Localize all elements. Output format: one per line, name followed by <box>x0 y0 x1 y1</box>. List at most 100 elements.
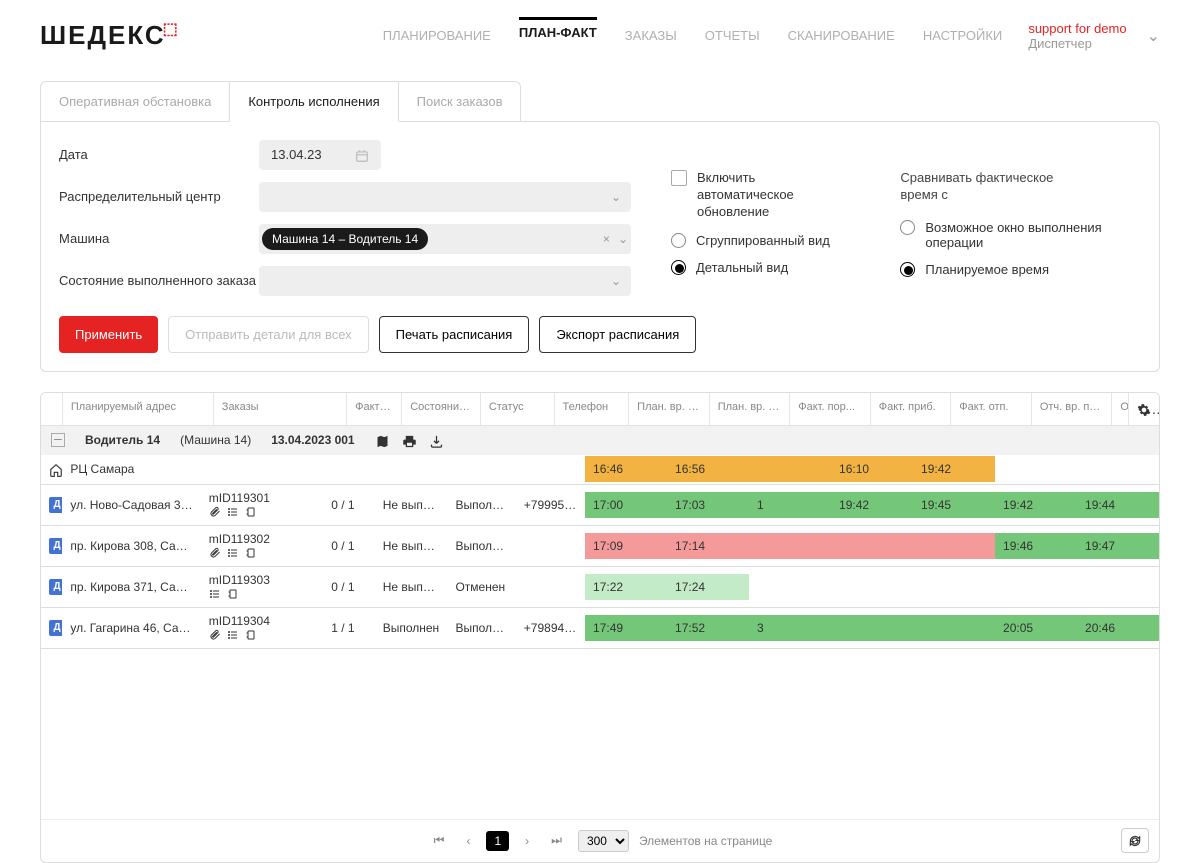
auto-update-checkbox[interactable]: Включить автоматическое обновление <box>671 170 850 221</box>
order-cell: mID119302 <box>201 526 323 566</box>
time-cell: 19:47 <box>1077 533 1159 559</box>
status-cell <box>447 463 515 475</box>
main-nav: ПЛАНИРОВАНИЕ ПЛАН-ФАКТ ЗАКАЗЫ ОТЧЕТЫ СКА… <box>383 20 1002 51</box>
apply-button[interactable]: Применить <box>59 316 158 353</box>
nav-orders[interactable]: ЗАКАЗЫ <box>625 20 677 51</box>
map-icon[interactable] <box>375 432 390 449</box>
send-all-button[interactable]: Отправить детали для всех <box>168 316 368 353</box>
time-cell: 19:42 <box>913 456 995 482</box>
download-icon[interactable] <box>429 432 444 449</box>
fact-cell <box>323 463 374 475</box>
time-cell <box>1077 574 1159 600</box>
col-plan-arr: План. вр. пр... <box>629 393 710 425</box>
nav-reports[interactable]: ОТЧЕТЫ <box>705 20 760 51</box>
radio-icon <box>671 233 686 248</box>
address-cell: пр. Кирова 308, Самара, гор... <box>62 533 200 559</box>
page-next[interactable]: › <box>519 832 535 850</box>
vehicle-tag[interactable]: Машина 14 – Водитель 14 <box>262 228 428 250</box>
time-cell: 17:52 <box>667 615 749 641</box>
time-cell: 17:24 <box>667 574 749 600</box>
nav-plan-fact[interactable]: ПЛАН-ФАКТ <box>519 17 597 51</box>
box-icon[interactable] <box>245 628 257 642</box>
compare-planned-radio[interactable]: Планируемое время <box>900 262 1141 277</box>
fact-cell: 0 / 1 <box>323 574 374 600</box>
refresh-button[interactable] <box>1121 828 1149 853</box>
clear-icon[interactable]: × <box>603 232 610 246</box>
vehicle-label: Машина <box>59 231 259 246</box>
time-cell: 17:03 <box>667 492 749 518</box>
tab-search[interactable]: Поиск заказов <box>399 81 522 122</box>
view-grouped-radio[interactable]: Сгруппированный вид <box>671 233 850 248</box>
box-icon[interactable] <box>245 546 257 560</box>
order-cell: mID119301 <box>201 485 323 525</box>
time-cell <box>913 533 995 559</box>
page-prev[interactable]: ‹ <box>460 832 476 850</box>
time-cell: 17:00 <box>585 492 667 518</box>
nav-scanning[interactable]: СКАНИРОВАНИЕ <box>788 20 895 51</box>
tab-control[interactable]: Контроль исполнения <box>230 81 398 122</box>
state-cell: Не выполнен <box>375 574 448 600</box>
phone-cell <box>516 463 585 475</box>
page-size-label: Элементов на странице <box>639 834 772 848</box>
list-icon[interactable] <box>227 628 239 642</box>
delivery-badge-icon: Д <box>49 497 62 513</box>
print-schedule-button[interactable]: Печать расписания <box>379 316 530 353</box>
time-cell: 17:14 <box>667 533 749 559</box>
list-icon[interactable] <box>227 546 239 560</box>
paperclip-icon[interactable] <box>209 546 221 560</box>
center-label: Распределительный центр <box>59 189 259 204</box>
page-last[interactable]: ⏭ <box>545 831 568 850</box>
tab-operational[interactable]: Оперативная обстановка <box>40 81 230 122</box>
schedule-table: Планируемый адрес Заказы Фактич... Состо… <box>40 392 1160 863</box>
delivery-badge-icon: Д <box>49 620 62 636</box>
time-strip: 17:2217:24 <box>585 574 1159 600</box>
center-select[interactable]: ⌄ <box>259 182 631 212</box>
print-icon[interactable] <box>402 432 417 449</box>
time-cell: 1 <box>749 492 831 518</box>
export-schedule-button[interactable]: Экспорт расписания <box>539 316 696 353</box>
list-icon[interactable] <box>209 587 221 601</box>
chevron-down-icon: ⌄ <box>1147 26 1160 46</box>
page-first[interactable]: ⏮ <box>428 831 451 850</box>
time-cell: 3 <box>749 615 831 641</box>
chevron-down-icon: ⌄ <box>618 232 628 246</box>
state-cell: Выполнен <box>375 615 448 641</box>
status-cell: Выполнено <box>447 533 515 559</box>
state-select[interactable]: ⌄ <box>259 266 631 296</box>
paperclip-icon[interactable] <box>209 505 221 519</box>
view-detail-radio[interactable]: Детальный вид <box>671 260 850 275</box>
time-cell <box>995 574 1077 600</box>
user-menu[interactable]: support for demo Диспетчер ⌄ <box>1028 21 1160 51</box>
box-icon[interactable] <box>227 587 239 601</box>
vehicle-select[interactable]: Машина 14 – Водитель 14 × ⌄ <box>259 224 631 254</box>
time-cell: 16:46 <box>585 456 667 482</box>
box-icon[interactable] <box>245 505 257 519</box>
nav-planning[interactable]: ПЛАНИРОВАНИЕ <box>383 20 491 51</box>
table-row[interactable]: Дпр. Кирова 308, Самара, гор...mID119302… <box>41 526 1159 567</box>
status-cell: Выполнено <box>447 492 515 518</box>
page-size-select[interactable]: 300 <box>578 830 629 852</box>
table-row[interactable]: Дул. Гагарина 46, Самара, гор...mID11930… <box>41 608 1159 649</box>
compare-window-radio[interactable]: Возможное окно выполнения операции <box>900 220 1141 250</box>
col-rep-arr: Отч. вр. приб. <box>1032 393 1113 425</box>
time-cell <box>831 574 913 600</box>
time-cell: 20:46 <box>1077 615 1159 641</box>
col-fact-ord: Факт. пор... <box>790 393 871 425</box>
fact-cell: 0 / 1 <box>323 533 374 559</box>
group-header-row: Водитель 14 (Машина 14) 13.04.2023 001 <box>41 426 1159 455</box>
table-row[interactable]: Дул. Ново-Садовая 387, Сам...mID1193010 … <box>41 485 1159 526</box>
list-icon[interactable] <box>227 505 239 519</box>
state-cell: Не выполнен <box>375 492 448 518</box>
table-row[interactable]: РЦ Самара16:4616:5616:1019:42 <box>41 455 1159 485</box>
date-input[interactable]: 13.04.23 <box>259 140 381 170</box>
time-strip: 17:4917:52320:0520:46 <box>585 615 1159 641</box>
time-cell <box>831 615 913 641</box>
group-checkbox[interactable] <box>51 433 65 447</box>
paperclip-icon[interactable] <box>209 628 221 642</box>
table-settings-button[interactable] <box>1129 393 1159 425</box>
nav-settings[interactable]: НАСТРОЙКИ <box>923 20 1002 51</box>
table-row[interactable]: Дпр. Кирова 371, Самара, гор...mID119303… <box>41 567 1159 608</box>
time-cell: 17:22 <box>585 574 667 600</box>
time-cell: 16:56 <box>667 456 749 482</box>
state-label: Состояние выполненного заказа <box>59 273 259 288</box>
